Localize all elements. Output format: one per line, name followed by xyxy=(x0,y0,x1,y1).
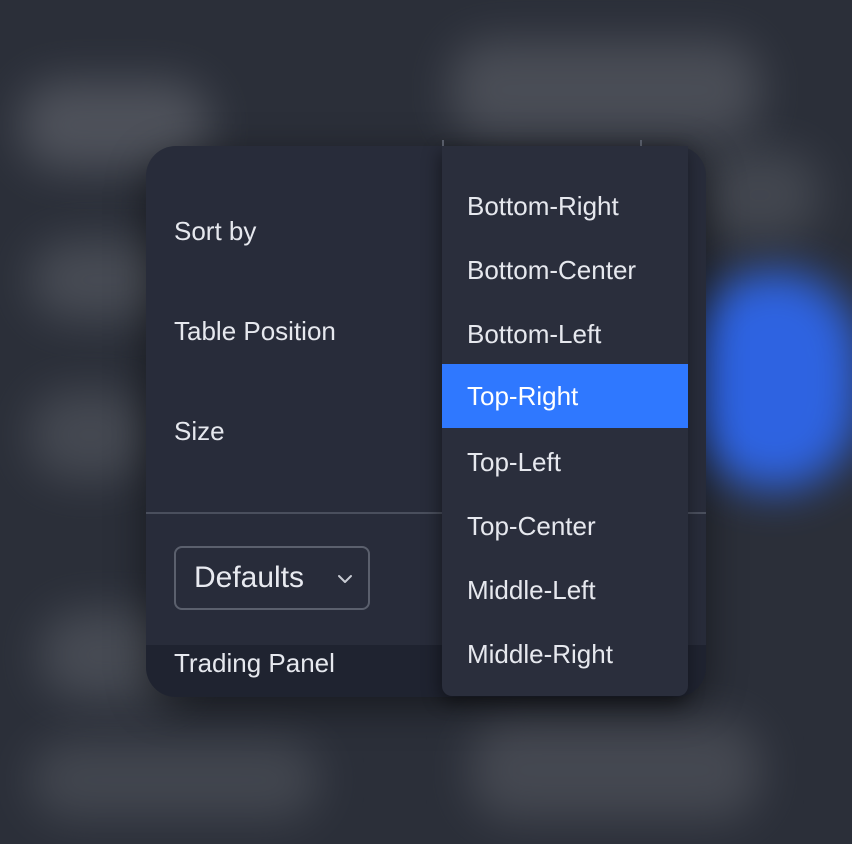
chevron-down-icon xyxy=(338,575,352,583)
option-middle-right[interactable]: Middle-Right xyxy=(442,622,688,686)
background-blob xyxy=(700,150,820,240)
defaults-select-value: Defaults xyxy=(194,561,305,594)
background-blob xyxy=(450,40,760,140)
option-top-right[interactable]: Top-Right xyxy=(442,364,688,428)
option-bottom-center[interactable]: Bottom-Center xyxy=(442,238,688,302)
option-top-center[interactable]: Top-Center xyxy=(442,494,688,558)
option-top-left[interactable]: Top-Left xyxy=(442,430,688,494)
sort-by-label: Sort by xyxy=(174,216,257,246)
size-label: Size xyxy=(174,416,225,446)
option-middle-left[interactable]: Middle-Left xyxy=(442,558,688,622)
background-blob-blue xyxy=(690,270,852,490)
table-position-label: Table Position xyxy=(174,316,336,346)
option-bottom-right[interactable]: Bottom-Right xyxy=(442,174,688,238)
defaults-select[interactable]: Defaults xyxy=(174,546,370,610)
trading-panel-label: Trading Panel xyxy=(174,648,335,678)
table-position-dropdown: Bottom-Right Bottom-Center Bottom-Left T… xyxy=(442,146,688,696)
background-blob xyxy=(470,720,760,820)
option-bottom-left[interactable]: Bottom-Left xyxy=(442,302,688,366)
background-blob xyxy=(30,740,320,820)
background-blob xyxy=(30,390,150,480)
